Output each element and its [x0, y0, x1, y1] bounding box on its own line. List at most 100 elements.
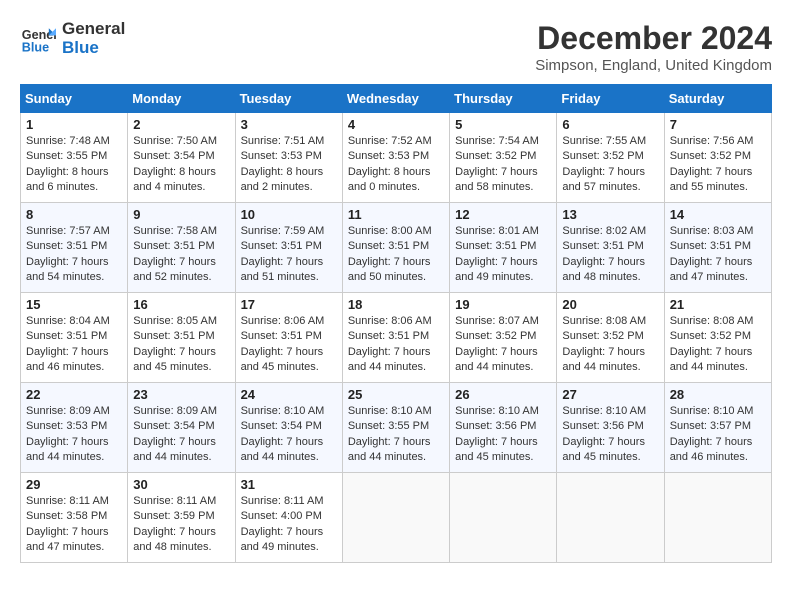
- calendar-cell: 11 Sunrise: 8:00 AMSunset: 3:51 PMDayligh…: [342, 203, 449, 293]
- day-number: 16: [133, 297, 229, 312]
- week-row-2: 8Sunrise: 7:57 AMSunset: 3:51 PMDaylight…: [21, 203, 772, 293]
- cell-info: Sunrise: 7:51 AMSunset: 3:53 PMDaylight:…: [241, 134, 337, 196]
- calendar-cell: 15 Sunrise: 8:04 AMSunset: 3:51 PMDayligh…: [21, 293, 128, 383]
- day-number: 23: [133, 387, 229, 402]
- svg-text:Blue: Blue: [22, 40, 49, 54]
- day-number: 29: [26, 477, 122, 492]
- calendar-cell: 31 Sunrise: 8:11 AMSunset: 4:00 PMDayligh…: [235, 473, 342, 563]
- day-number: 4: [348, 117, 444, 132]
- header-saturday: Saturday: [664, 85, 771, 113]
- day-number: 12: [455, 207, 551, 222]
- calendar-cell: 1Sunrise: 7:48 AMSunset: 3:55 PMDaylight…: [21, 113, 128, 203]
- calendar-cell: [557, 473, 664, 563]
- cell-info: Sunrise: 8:10 AMSunset: 3:55 PMDaylight:…: [348, 404, 444, 466]
- calendar-cell: 27 Sunrise: 8:10 AMSunset: 3:56 PMDayligh…: [557, 383, 664, 473]
- cell-info: Sunrise: 8:06 AMSunset: 3:51 PMDaylight:…: [348, 314, 444, 376]
- calendar-cell: 17 Sunrise: 8:06 AMSunset: 3:51 PMDayligh…: [235, 293, 342, 383]
- cell-info: Sunrise: 7:52 AMSunset: 3:53 PMDaylight:…: [348, 134, 444, 196]
- calendar-table: SundayMondayTuesdayWednesdayThursdayFrid…: [20, 84, 772, 563]
- location: Simpson, England, United Kingdom: [535, 57, 772, 74]
- day-number: 17: [241, 297, 337, 312]
- logo-icon: General Blue: [20, 21, 56, 57]
- calendar-cell: 16 Sunrise: 8:05 AMSunset: 3:51 PMDayligh…: [128, 293, 235, 383]
- day-number: 7: [670, 117, 766, 132]
- day-number: 28: [670, 387, 766, 402]
- calendar-cell: [664, 473, 771, 563]
- cell-info: Sunrise: 7:55 AMSunset: 3:52 PMDaylight:…: [562, 134, 658, 196]
- cell-info: Sunrise: 7:58 AMSunset: 3:51 PMDaylight:…: [133, 224, 229, 286]
- header-friday: Friday: [557, 85, 664, 113]
- day-number: 26: [455, 387, 551, 402]
- cell-info: Sunrise: 7:57 AMSunset: 3:51 PMDaylight:…: [26, 224, 122, 286]
- calendar-cell: 19 Sunrise: 8:07 AMSunset: 3:52 PMDayligh…: [450, 293, 557, 383]
- cell-info: Sunrise: 7:59 AMSunset: 3:51 PMDaylight:…: [241, 224, 337, 286]
- calendar-header-row: SundayMondayTuesdayWednesdayThursdayFrid…: [21, 85, 772, 113]
- week-row-1: 1Sunrise: 7:48 AMSunset: 3:55 PMDaylight…: [21, 113, 772, 203]
- cell-info: Sunrise: 8:06 AMSunset: 3:51 PMDaylight:…: [241, 314, 337, 376]
- day-number: 11: [348, 207, 444, 222]
- month-title: December 2024: [535, 20, 772, 57]
- cell-info: Sunrise: 8:05 AMSunset: 3:51 PMDaylight:…: [133, 314, 229, 376]
- header-monday: Monday: [128, 85, 235, 113]
- calendar-cell: 14Sunrise: 8:03 AMSunset: 3:51 PMDayligh…: [664, 203, 771, 293]
- day-number: 3: [241, 117, 337, 132]
- calendar-cell: 13Sunrise: 8:02 AMSunset: 3:51 PMDayligh…: [557, 203, 664, 293]
- cell-info: Sunrise: 7:56 AMSunset: 3:52 PMDaylight:…: [670, 134, 766, 196]
- page-header: General Blue General Blue December 2024 …: [20, 20, 772, 74]
- day-number: 31: [241, 477, 337, 492]
- calendar-cell: 3 Sunrise: 7:51 AMSunset: 3:53 PMDaylight…: [235, 113, 342, 203]
- day-number: 22: [26, 387, 122, 402]
- calendar-cell: 26 Sunrise: 8:10 AMSunset: 3:56 PMDayligh…: [450, 383, 557, 473]
- calendar-cell: 23 Sunrise: 8:09 AMSunset: 3:54 PMDayligh…: [128, 383, 235, 473]
- calendar-cell: 29 Sunrise: 8:11 AMSunset: 3:58 PMDayligh…: [21, 473, 128, 563]
- calendar-cell: 9 Sunrise: 7:58 AMSunset: 3:51 PMDaylight…: [128, 203, 235, 293]
- cell-info: Sunrise: 8:08 AMSunset: 3:52 PMDaylight:…: [670, 314, 766, 376]
- calendar-cell: 4 Sunrise: 7:52 AMSunset: 3:53 PMDaylight…: [342, 113, 449, 203]
- day-number: 10: [241, 207, 337, 222]
- cell-info: Sunrise: 8:11 AMSunset: 3:59 PMDaylight:…: [133, 494, 229, 556]
- calendar-cell: 5 Sunrise: 7:54 AMSunset: 3:52 PMDaylight…: [450, 113, 557, 203]
- calendar-cell: 18 Sunrise: 8:06 AMSunset: 3:51 PMDayligh…: [342, 293, 449, 383]
- header-wednesday: Wednesday: [342, 85, 449, 113]
- day-number: 27: [562, 387, 658, 402]
- week-row-5: 29 Sunrise: 8:11 AMSunset: 3:58 PMDayligh…: [21, 473, 772, 563]
- day-number: 2: [133, 117, 229, 132]
- cell-info: Sunrise: 8:11 AMSunset: 3:58 PMDaylight:…: [26, 494, 122, 556]
- cell-info: Sunrise: 8:08 AMSunset: 3:52 PMDaylight:…: [562, 314, 658, 376]
- calendar-cell: 12 Sunrise: 8:01 AMSunset: 3:51 PMDayligh…: [450, 203, 557, 293]
- calendar-cell: 21 Sunrise: 8:08 AMSunset: 3:52 PMDayligh…: [664, 293, 771, 383]
- cell-info: Sunrise: 7:54 AMSunset: 3:52 PMDaylight:…: [455, 134, 551, 196]
- day-number: 15: [26, 297, 122, 312]
- day-number: 21: [670, 297, 766, 312]
- cell-info: Sunrise: 8:11 AMSunset: 4:00 PMDaylight:…: [241, 494, 337, 556]
- week-row-4: 22Sunrise: 8:09 AMSunset: 3:53 PMDayligh…: [21, 383, 772, 473]
- calendar-cell: [450, 473, 557, 563]
- header-tuesday: Tuesday: [235, 85, 342, 113]
- cell-info: Sunrise: 8:03 AMSunset: 3:51 PMDaylight:…: [670, 224, 766, 286]
- calendar-cell: 7 Sunrise: 7:56 AMSunset: 3:52 PMDaylight…: [664, 113, 771, 203]
- cell-info: Sunrise: 8:10 AMSunset: 3:56 PMDaylight:…: [455, 404, 551, 466]
- cell-info: Sunrise: 8:07 AMSunset: 3:52 PMDaylight:…: [455, 314, 551, 376]
- day-number: 19: [455, 297, 551, 312]
- calendar-cell: 8Sunrise: 7:57 AMSunset: 3:51 PMDaylight…: [21, 203, 128, 293]
- cell-info: Sunrise: 7:50 AMSunset: 3:54 PMDaylight:…: [133, 134, 229, 196]
- cell-info: Sunrise: 8:04 AMSunset: 3:51 PMDaylight:…: [26, 314, 122, 376]
- day-number: 25: [348, 387, 444, 402]
- day-number: 13: [562, 207, 658, 222]
- title-block: December 2024 Simpson, England, United K…: [535, 20, 772, 74]
- logo: General Blue General Blue: [20, 20, 125, 57]
- cell-info: Sunrise: 8:01 AMSunset: 3:51 PMDaylight:…: [455, 224, 551, 286]
- cell-info: Sunrise: 8:09 AMSunset: 3:54 PMDaylight:…: [133, 404, 229, 466]
- header-sunday: Sunday: [21, 85, 128, 113]
- calendar-cell: 10 Sunrise: 7:59 AMSunset: 3:51 PMDayligh…: [235, 203, 342, 293]
- cell-info: Sunrise: 8:10 AMSunset: 3:56 PMDaylight:…: [562, 404, 658, 466]
- calendar-cell: 24Sunrise: 8:10 AMSunset: 3:54 PMDayligh…: [235, 383, 342, 473]
- calendar-cell: 25 Sunrise: 8:10 AMSunset: 3:55 PMDayligh…: [342, 383, 449, 473]
- day-number: 9: [133, 207, 229, 222]
- day-number: 5: [455, 117, 551, 132]
- day-number: 18: [348, 297, 444, 312]
- calendar-cell: 30Sunrise: 8:11 AMSunset: 3:59 PMDayligh…: [128, 473, 235, 563]
- week-row-3: 15 Sunrise: 8:04 AMSunset: 3:51 PMDayligh…: [21, 293, 772, 383]
- cell-info: Sunrise: 8:00 AMSunset: 3:51 PMDaylight:…: [348, 224, 444, 286]
- calendar-cell: 6Sunrise: 7:55 AMSunset: 3:52 PMDaylight…: [557, 113, 664, 203]
